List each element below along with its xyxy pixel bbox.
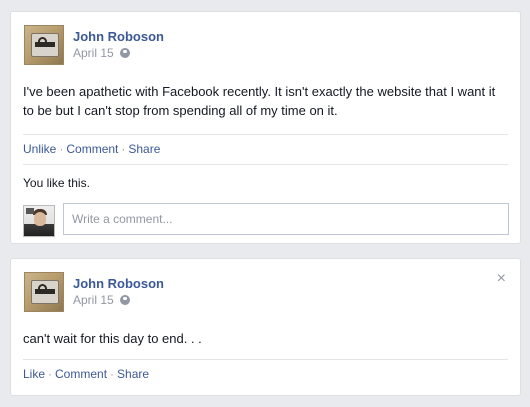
- separator-dot: ·: [48, 367, 53, 381]
- post-card: John Roboson April 15 × can't wait for t…: [10, 258, 521, 396]
- author-name[interactable]: John Roboson: [73, 276, 164, 291]
- ufi-section: You like this.: [11, 165, 520, 241]
- post-actions: Unlike · Comment · Share: [11, 135, 520, 164]
- post-meta: April 15: [73, 293, 130, 307]
- comment-link[interactable]: Comment: [55, 367, 107, 381]
- post-header: John Roboson April 15: [11, 12, 520, 68]
- post-actions: Like · Comment · Share: [11, 360, 520, 389]
- video-icon: [26, 208, 34, 214]
- post-meta: April 15: [73, 46, 130, 60]
- author-avatar[interactable]: [24, 25, 64, 65]
- share-link[interactable]: Share: [128, 142, 160, 156]
- likes-sentence: You like this.: [23, 176, 90, 190]
- author-name[interactable]: John Roboson: [73, 29, 164, 44]
- comment-row: [11, 201, 520, 241]
- post-header: John Roboson April 15 ×: [11, 259, 520, 315]
- comment-link[interactable]: Comment: [66, 142, 118, 156]
- viewer-avatar: [23, 205, 55, 237]
- share-link[interactable]: Share: [117, 367, 149, 381]
- globe-icon[interactable]: [119, 48, 130, 58]
- author-avatar[interactable]: [24, 272, 64, 312]
- separator-dot: ·: [121, 142, 126, 156]
- post-text: I've been apathetic with Facebook recent…: [23, 84, 496, 118]
- post-card: John Roboson April 15 I've been apatheti…: [10, 11, 521, 244]
- close-icon[interactable]: ×: [497, 271, 506, 287]
- separator-dot: ·: [59, 142, 64, 156]
- unlike-link[interactable]: Unlike: [23, 142, 56, 156]
- post-text: can't wait for this day to end. . .: [23, 331, 202, 346]
- comment-input[interactable]: [63, 203, 509, 235]
- post-date[interactable]: April 15: [73, 293, 114, 307]
- post-date[interactable]: April 15: [73, 46, 114, 60]
- like-link[interactable]: Like: [23, 367, 45, 381]
- separator-dot: ·: [110, 367, 115, 381]
- globe-icon[interactable]: [119, 295, 130, 305]
